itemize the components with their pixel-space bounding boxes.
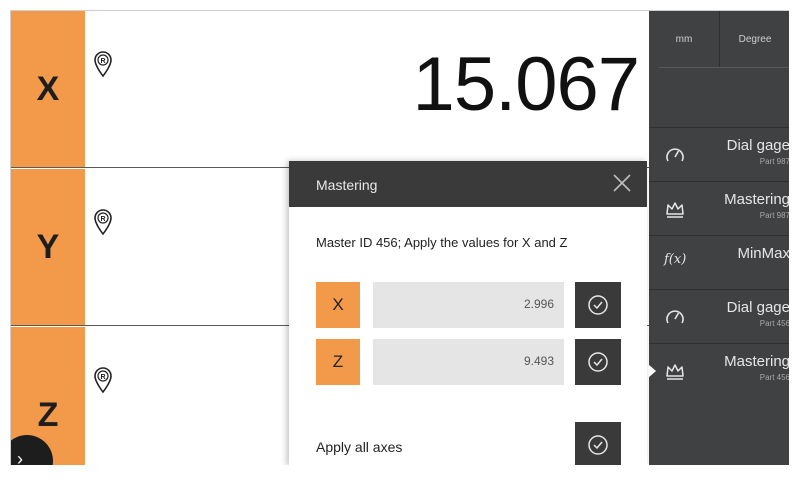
reference-mark-icon: R (94, 51, 112, 77)
reference-mark-icon: R (94, 367, 112, 393)
axis-label: X (36, 69, 60, 108)
sidebar-item-dial-gage-456[interactable]: Dial gage Part 456 (649, 289, 789, 342)
sidebar-item-title: Dial gage (726, 137, 789, 154)
axis-row-x: X R 15.067 (11, 11, 649, 168)
sidebar-item-title: Dial gage (726, 299, 789, 316)
dialog-title: Mastering (316, 177, 378, 193)
dial-gauge-icon (666, 148, 684, 162)
check-circle-icon (588, 352, 608, 372)
axis-button-y[interactable]: Y (11, 169, 85, 325)
axis-label: Y (36, 227, 60, 266)
master-value-field-z[interactable]: 9.493 (373, 339, 564, 385)
master-value-field-x[interactable]: 2.996 (373, 282, 564, 328)
axis-chip-label: Z (332, 352, 344, 371)
apply-all-label: Apply all axes (316, 439, 403, 455)
check-circle-icon (588, 435, 608, 455)
angle-unit-button[interactable]: Degree (719, 11, 789, 67)
unit-bar: mm Degree (649, 11, 789, 67)
axis-chip-x: X (316, 282, 360, 328)
sidebar-item-subtitle: Part 987 (759, 211, 789, 220)
sidebar-item-mastering-456[interactable]: Mastering Part 456 (648, 343, 789, 396)
svg-text:R: R (100, 216, 105, 223)
apply-x-button[interactable] (575, 282, 621, 328)
master-value: 2.996 (523, 297, 554, 311)
close-icon[interactable] (611, 172, 633, 194)
apply-z-button[interactable] (575, 339, 621, 385)
mastering-dialog: Mastering Master ID 456; Apply the value… (289, 161, 647, 465)
master-value: 9.493 (523, 354, 554, 368)
sidebar-item-title: Mastering (724, 353, 789, 370)
svg-text:R: R (100, 374, 105, 381)
dial-gauge-icon (666, 310, 684, 324)
function-icon: f(x) (664, 252, 687, 267)
sidebar-item-subtitle: Part 456 (759, 373, 789, 382)
apply-all-button[interactable] (575, 422, 621, 465)
sidebar-item-subtitle: Part 987 (759, 157, 789, 166)
axis-chip-z: Z (316, 339, 360, 385)
sidebar-item-subtitle: Part 456 (759, 319, 789, 328)
divider (659, 67, 789, 68)
function-sidebar: mm Degree Dial gage Part 987 Mastering P… (648, 11, 789, 465)
sidebar-item-mastering-987[interactable]: Mastering Part 987 (649, 181, 789, 234)
length-unit-button[interactable]: mm (649, 11, 719, 67)
axis-button-x[interactable]: X (11, 11, 85, 167)
axis-position-value: 15.067 (412, 42, 640, 127)
crown-icon (666, 202, 684, 218)
chevron-right-icon: › (17, 449, 23, 465)
sidebar-item-minmax[interactable]: f(x) MinMax (649, 235, 789, 288)
svg-text:R: R (100, 58, 105, 65)
dialog-message: Master ID 456; Apply the values for X an… (316, 235, 568, 250)
sidebar-item-title: MinMax (737, 245, 789, 262)
reference-mark-icon: R (94, 209, 112, 235)
sidebar-item-title: Mastering (724, 191, 789, 208)
dialog-header: Mastering (289, 161, 647, 207)
check-circle-icon (588, 295, 608, 315)
axis-label: Z (37, 396, 59, 434)
sidebar-item-dial-gage-987[interactable]: Dial gage Part 987 (649, 127, 789, 180)
crown-icon (666, 364, 684, 380)
screen: X R 15.067 Y R Z R › mm Degree Dial gage… (10, 10, 789, 465)
axis-chip-label: X (332, 295, 344, 314)
